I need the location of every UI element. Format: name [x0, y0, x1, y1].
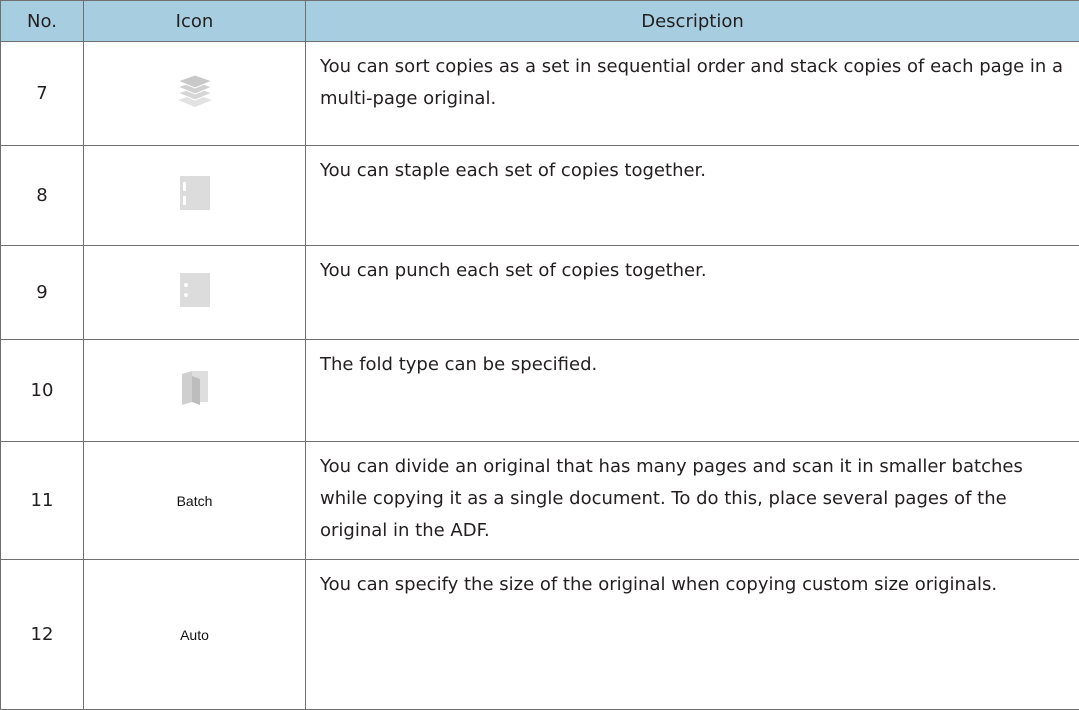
punch-icon — [180, 273, 210, 312]
row-number: 12 — [1, 560, 84, 710]
table-header-row: No. Icon Description — [1, 1, 1079, 42]
row-description: You can staple each set of copies togeth… — [306, 146, 1079, 246]
row-description: You can sort copies as a set in sequenti… — [306, 42, 1079, 146]
stack-copies-icon — [177, 74, 213, 113]
icon-cell — [84, 340, 306, 442]
row-description: The fold type can be specified. — [306, 340, 1079, 442]
header-icon: Icon — [84, 1, 306, 42]
row-number: 11 — [1, 442, 84, 560]
icon-cell — [84, 42, 306, 146]
table-row: 8 You can staple each set of copies toge… — [1, 146, 1079, 246]
icon-cell: Auto — [84, 560, 306, 710]
icon-cell: Batch — [84, 442, 306, 560]
table-row: 9 You can punch each set of copies toget… — [1, 246, 1079, 340]
row-description: You can divide an original that has many… — [306, 442, 1079, 560]
row-number: 10 — [1, 340, 84, 442]
table-row: 7 You can sort copies as a set in sequen… — [1, 42, 1079, 146]
auto-icon-label: Auto — [180, 627, 209, 643]
table-row: 12 Auto You can specify the size of the … — [1, 560, 1079, 710]
staple-icon — [180, 176, 210, 215]
batch-icon-label: Batch — [177, 493, 213, 509]
icon-cell — [84, 246, 306, 340]
row-number: 8 — [1, 146, 84, 246]
table: No. Icon Description 7 You can sort copi… — [0, 0, 1079, 710]
icon-description-table: No. Icon Description 7 You can sort copi… — [0, 0, 1079, 710]
icon-cell — [84, 146, 306, 246]
header-description: Description — [306, 1, 1079, 42]
fold-icon — [182, 371, 208, 410]
row-number: 9 — [1, 246, 84, 340]
table-row: 11 Batch You can divide an original that… — [1, 442, 1079, 560]
row-number: 7 — [1, 42, 84, 146]
row-description: You can specify the size of the original… — [306, 560, 1079, 710]
row-description: You can punch each set of copies togethe… — [306, 246, 1079, 340]
table-row: 10 The fold type can be specified. — [1, 340, 1079, 442]
header-no: No. — [1, 1, 84, 42]
